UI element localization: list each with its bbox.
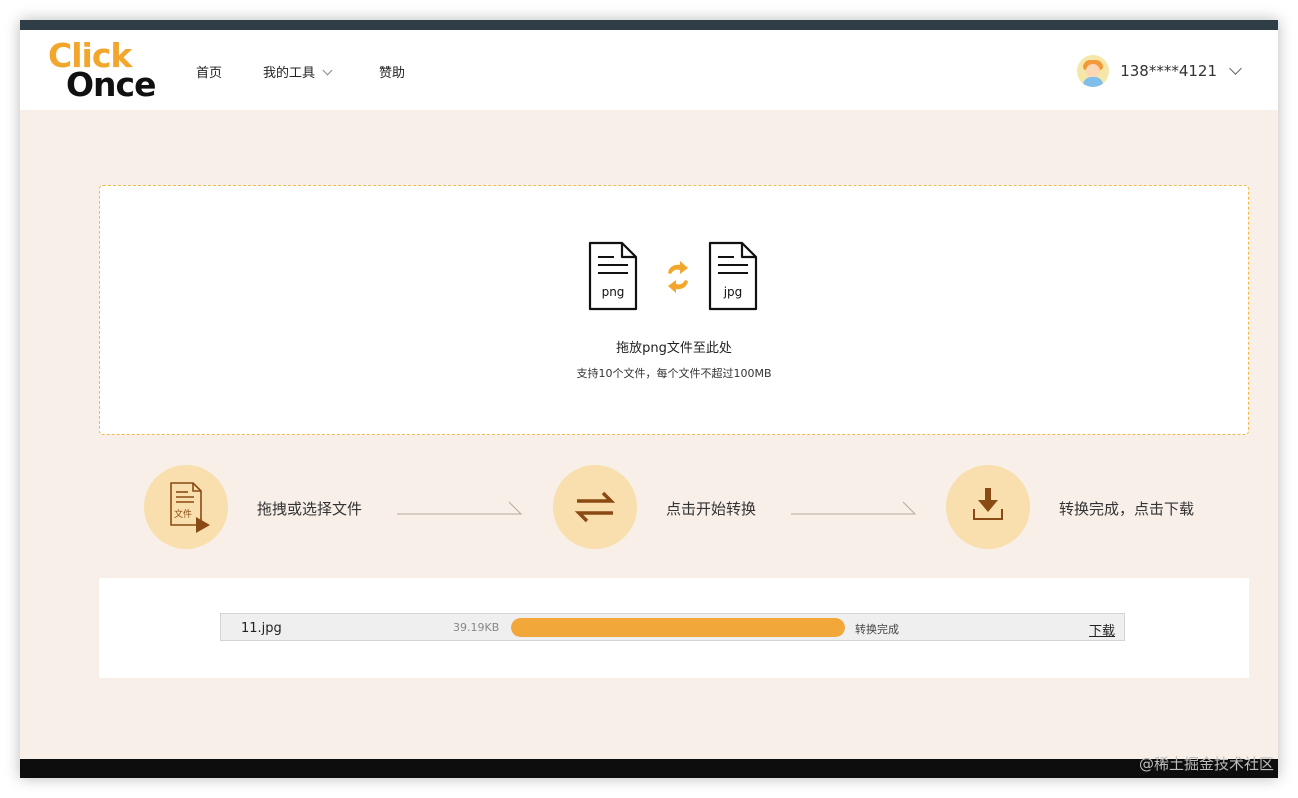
step1-label: 拖拽或选择文件: [257, 500, 363, 518]
navbar: Click Once 首页 我的工具 赞助 138****4121: [20, 30, 1278, 110]
file-size: 39.19KB: [453, 621, 500, 634]
nav-tools-label: 我的工具: [263, 66, 316, 81]
nav-my-tools-dropdown[interactable]: 我的工具: [263, 62, 333, 81]
file-list-panel: 11.jpg 39.19KB 转换完成 下载: [99, 578, 1249, 678]
chevron-down-icon: [322, 65, 333, 76]
drop-zone-title: 拖放png文件至此处: [616, 341, 732, 356]
swap-arrows-icon: [668, 261, 688, 293]
convert-arrows-icon: [553, 465, 637, 549]
conversion-progress-fill: [511, 618, 845, 637]
step-arrow-icon: [791, 501, 917, 515]
nav-sponsor-label: 赞助: [379, 66, 406, 81]
watermark: @稀土掘金技术社区: [1138, 755, 1274, 773]
drop-zone-subtitle: 支持10个文件，每个文件不超过100MB: [576, 367, 772, 380]
png-file-icon: png: [588, 241, 638, 311]
window-bottom-strip: [20, 759, 1278, 778]
browser-window: Click Once 首页 我的工具 赞助 138****4121 png jp…: [20, 20, 1278, 778]
source-format-label: png: [601, 285, 625, 299]
file-name: 11.jpg: [241, 621, 282, 636]
nav-home[interactable]: 首页: [196, 62, 222, 81]
download-icon: [946, 465, 1030, 549]
nav-home-label: 首页: [196, 66, 223, 81]
target-format-label: jpg: [723, 285, 743, 299]
jpg-file-icon: jpg: [708, 241, 758, 311]
file-drop-zone[interactable]: png jpg 拖放png文件至此处 支持10个文件，每个文件不超过100MB: [99, 185, 1249, 435]
window-top-strip: [20, 20, 1278, 30]
step2-label: 点击开始转换: [666, 500, 757, 518]
download-link[interactable]: 下载: [1089, 620, 1115, 639]
file-select-icon: 文件: [144, 465, 228, 549]
step3-label: 转换完成，点击下载: [1059, 500, 1195, 518]
user-menu[interactable]: 138****4121: [1077, 54, 1242, 88]
step-arrow-icon: [397, 501, 523, 515]
logo-line2: Once: [66, 65, 156, 104]
conversion-progress-bar: [511, 618, 845, 637]
conversion-status: 转换完成: [855, 623, 899, 636]
file-list-item: 11.jpg 39.19KB 转换完成 下载: [220, 613, 1125, 641]
user-name: 138****4121: [1120, 62, 1217, 80]
logo[interactable]: Click Once: [48, 36, 158, 104]
chevron-down-icon: [1229, 61, 1242, 75]
step1-icon-text: 文件: [174, 508, 192, 520]
avatar: [1077, 55, 1110, 87]
nav-sponsor[interactable]: 赞助: [379, 62, 405, 81]
